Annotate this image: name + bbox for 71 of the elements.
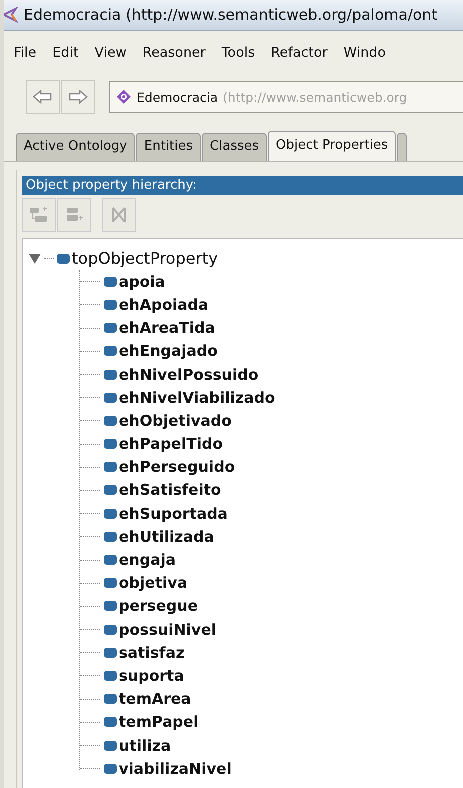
- property-icon: [104, 764, 117, 774]
- tree-item[interactable]: ehPapelTido: [119, 435, 224, 454]
- property-icon: [104, 485, 117, 496]
- menu-item[interactable]: File: [14, 45, 37, 75]
- tree-item[interactable]: ehNivelPossuido: [119, 366, 259, 384]
- tab[interactable]: Object Properties: [268, 131, 396, 161]
- tree-item[interactable]: engaja: [119, 551, 176, 570]
- panel-header: Object property hierarchy:: [22, 176, 463, 195]
- property-icon: [104, 508, 117, 519]
- property-icon: [104, 323, 117, 334]
- tree-item[interactable]: viabilizaNivel: [119, 760, 232, 778]
- tab[interactable]: Classes: [202, 133, 268, 161]
- expand-toggle-icon[interactable]: [29, 254, 41, 264]
- tree-item[interactable]: temPapel: [119, 713, 199, 732]
- window-title: Edemocracia (http://www.semanticweb.org/paloma/ont: [24, 6, 438, 24]
- add-subproperty-icon: [29, 206, 49, 224]
- property-icon: [104, 300, 117, 310]
- tree-item[interactable]: ehUtilizada: [119, 528, 214, 546]
- tree-item[interactable]: possuiNivel: [119, 620, 217, 639]
- property-icon: [104, 555, 117, 566]
- menu-item[interactable]: Refactor: [271, 45, 328, 75]
- property-icon: [104, 740, 117, 751]
- tree-item[interactable]: ehApoiada: [119, 296, 209, 314]
- property-icon: [104, 717, 117, 728]
- property-icon: [57, 254, 70, 264]
- property-icon: [104, 694, 117, 704]
- tree-item[interactable]: apoia: [119, 272, 166, 291]
- menu-item[interactable]: Windo: [344, 45, 386, 75]
- property-icon: [104, 416, 117, 426]
- tab[interactable]: Active Ontology: [16, 133, 136, 161]
- property-icon: [104, 670, 117, 681]
- property-icon: [104, 392, 117, 403]
- tree-item[interactable]: objetiva: [119, 574, 188, 592]
- delete-icon: [109, 205, 129, 225]
- tree-item[interactable]: ehAreaTida: [119, 319, 216, 338]
- tree-item[interactable]: utiliza: [119, 736, 172, 755]
- tree-item[interactable]: ehPerseguido: [119, 458, 236, 476]
- property-icon: [104, 648, 117, 658]
- tree-item[interactable]: suporta: [119, 666, 184, 685]
- tree-item[interactable]: temArea: [119, 690, 192, 708]
- property-icon: [104, 532, 117, 542]
- property-icon: [104, 624, 117, 635]
- property-icon: [104, 439, 117, 450]
- tree-item[interactable]: ehSatisfeito: [119, 481, 222, 500]
- property-icon: [104, 601, 117, 612]
- tree-item[interactable]: topObjectProperty: [72, 249, 218, 268]
- menu-item[interactable]: Reasoner: [142, 45, 206, 75]
- left-arrow-icon: [33, 90, 53, 104]
- forward-button[interactable]: [61, 80, 95, 114]
- tree-item[interactable]: persegue: [119, 597, 198, 616]
- tree-item[interactable]: ehSuportada: [119, 504, 228, 523]
- app-logo-icon: [4, 7, 18, 23]
- ontology-field[interactable]: Edemocracia (http://www.semanticweb.org: [109, 81, 463, 113]
- menu-item[interactable]: Tools: [222, 45, 256, 75]
- tab-edge[interactable]: [397, 133, 408, 161]
- property-icon: [104, 370, 117, 380]
- tree-item[interactable]: satisfaz: [119, 644, 185, 662]
- ontology-icon: [116, 89, 132, 105]
- property-icon: [104, 578, 117, 588]
- tab[interactable]: Entities: [136, 133, 202, 161]
- property-icon: [104, 346, 117, 356]
- right-arrow-icon: [68, 90, 88, 104]
- property-icon: [104, 276, 117, 287]
- tree-item[interactable]: ehEngajado: [119, 342, 218, 360]
- tree-item[interactable]: ehObjetivado: [119, 412, 232, 430]
- menu-item[interactable]: View: [94, 45, 127, 75]
- tree-item[interactable]: ehNivelViabilizado: [119, 388, 276, 407]
- menu-item[interactable]: Edit: [52, 45, 79, 75]
- property-icon: [104, 462, 117, 472]
- add-sibling-icon: [64, 206, 84, 224]
- back-button[interactable]: [26, 80, 60, 114]
